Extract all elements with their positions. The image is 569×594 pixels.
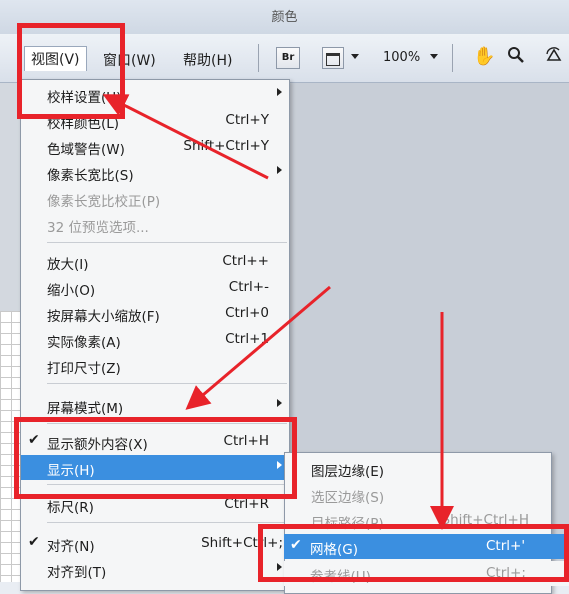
menu-item-label: 色域警告(W) [47,142,125,158]
menu-view[interactable]: 视图(V) [24,46,87,71]
menu-item-label: 像素长宽比校正(P) [47,194,161,210]
menu-item-shortcut: Ctrl+H [223,433,269,449]
canvas-grid [0,311,22,582]
menu-item-label: 对齐(N) [47,539,95,555]
checkmark-icon: ✔ [28,432,40,448]
zoom-level[interactable]: 100% [383,50,420,65]
menu-item-fit-screen[interactable]: 按屏幕大小缩放(F) Ctrl+0 [21,301,289,326]
menu-item-proof-colors[interactable]: 校样颜色(L) Ctrl+Y [21,108,289,133]
menu-item-label: 像素长宽比(S) [47,168,134,184]
submenu-arrow-icon [277,88,282,96]
menu-bar: 视图(V) 窗口(W) 帮助(H) Br 100% ✋ [0,34,569,83]
menu-item-actual-pixels[interactable]: 实际像素(A) Ctrl+1 [21,327,289,352]
menu-item-shortcut: Ctrl+- [228,279,269,295]
menu-item-layer-edges[interactable]: 图层边缘(E) [285,456,551,481]
menu-item-print-size[interactable]: 打印尺寸(Z) [21,353,289,378]
menu-item-gamut-warning[interactable]: 色域警告(W) Shift+Ctrl+Y [21,134,289,159]
menu-item-label: 校样设置(U) [47,90,122,106]
menu-item-label: 参考线(U) [310,569,371,585]
checkmark-icon: ✔ [290,537,302,553]
menu-item-label: 缩小(O) [47,283,96,299]
menu-item-label: 校样颜色(L) [47,116,120,132]
menu-item-shortcut: Ctrl+1 [225,331,269,347]
menu-item-guides: 参考线(U) Ctrl+; [284,561,569,586]
menu-item-snap-to[interactable]: 对齐到(T) [21,557,289,582]
menu-item-snap[interactable]: ✔ 对齐(N) Shift+Ctrl+; [21,531,289,556]
menu-item-selection-edges: 选区边缘(S) [285,482,551,507]
chevron-down-icon[interactable] [351,54,359,59]
bridge-button[interactable]: Br [276,47,300,69]
menu-item-shortcut: Ctrl+R [224,496,269,512]
menu-item-shortcut: Ctrl+0 [225,305,269,321]
menu-item-pixel-aspect-correction: 像素长宽比校正(P) [21,186,289,211]
menu-item-label: 标尺(R) [47,500,94,516]
extras-icon[interactable] [322,47,344,69]
hand-tool-icon[interactable]: ✋ [473,46,495,67]
submenu-arrow-icon [277,563,282,571]
menu-help[interactable]: 帮助(H) [183,50,232,70]
menu-item-grid[interactable]: ✔ 网格(G) Ctrl+' [284,534,569,559]
menu-item-extras[interactable]: ✔ 显示额外内容(X) Ctrl+H [21,429,289,454]
menu-item-show[interactable]: 显示(H) [21,455,289,480]
menu-item-shortcut: Ctrl+Y [225,112,269,128]
view-menu-dropdown: 校样设置(U) 校样颜色(L) Ctrl+Y 色域警告(W) Shift+Ctr… [20,79,290,591]
menu-item-32bit-preview: 32 位预览选项... [21,212,289,237]
menu-item-shortcut: Ctrl+' [486,538,526,554]
menu-item-zoom-out[interactable]: 缩小(O) Ctrl+- [21,275,289,300]
rotate-view-icon[interactable] [544,46,564,71]
menu-item-pixel-aspect-ratio[interactable]: 像素长宽比(S) [21,160,289,185]
panel-title: 颜色 [271,10,298,25]
menu-item-label: 实际像素(A) [47,335,121,351]
submenu-arrow-icon [277,399,282,407]
chevron-down-icon[interactable] [430,54,438,59]
menu-item-screen-mode[interactable]: 屏幕模式(M) [21,393,289,418]
submenu-arrow-icon [277,166,282,174]
menu-divider [47,484,287,485]
menu-item-shortcut: Shift+Ctrl+; [201,535,283,551]
menu-item-label: 打印尺寸(Z) [47,361,121,377]
menu-item-label: 网格(G) [310,542,358,558]
menu-window[interactable]: 窗口(W) [103,50,156,70]
menu-item-label: 放大(I) [47,257,89,273]
menu-divider [47,383,287,384]
menu-item-label: 选区边缘(S) [311,490,385,506]
menu-item-label: 显示额外内容(X) [47,437,148,453]
submenu-arrow-icon [277,461,282,469]
menu-item-shortcut: Shift+Ctrl+Y [183,138,269,154]
zoom-tool-icon[interactable] [507,46,525,68]
menu-item-rulers[interactable]: 标尺(R) Ctrl+R [21,492,289,517]
toolbar-separator [452,44,453,72]
grid-submenu: ✔ 网格(G) Ctrl+' 参考线(U) Ctrl+; [284,528,569,588]
checkmark-icon: ✔ [28,534,40,550]
menu-item-label: 按屏幕大小缩放(F) [47,309,160,325]
top-strip: 颜色 [0,0,569,35]
menu-item-label: 显示(H) [47,463,95,479]
menu-divider [47,242,287,243]
menu-divider [47,423,287,424]
menu-item-zoom-in[interactable]: 放大(I) Ctrl++ [21,249,289,274]
menu-item-label: 对齐到(T) [47,565,107,581]
menu-item-proof-setup[interactable]: 校样设置(U) [21,82,289,107]
menu-item-label: 32 位预览选项... [47,220,149,236]
toolbar-separator [258,44,259,72]
menu-item-shortcut: Shift+Ctrl+H [441,512,529,528]
menu-item-label: 屏幕模式(M) [47,401,124,417]
menu-item-label: 图层边缘(E) [311,464,385,480]
menu-item-shortcut: Ctrl++ [222,253,269,269]
menu-item-shortcut: Ctrl+; [486,565,526,581]
menu-divider [47,522,287,523]
